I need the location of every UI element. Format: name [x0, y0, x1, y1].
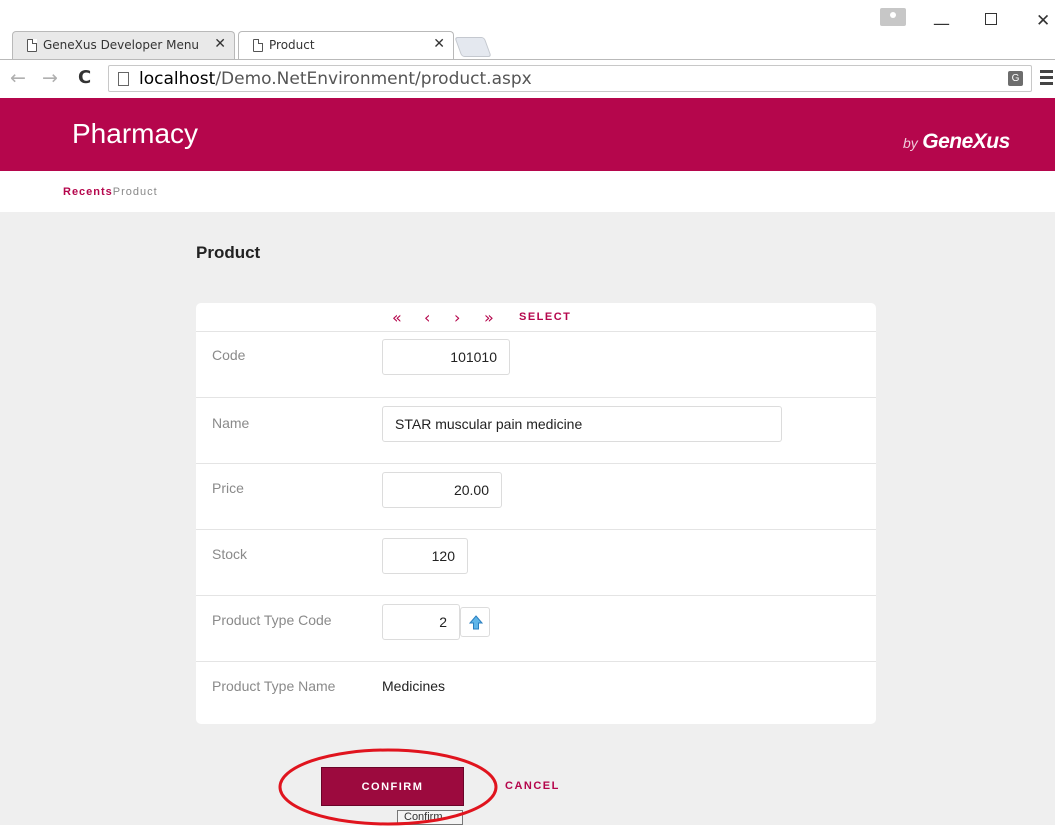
tab-product[interactable]: Product ✕: [238, 31, 454, 59]
stock-label: Stock: [212, 546, 248, 562]
brand-name: GeneXus: [922, 130, 1010, 153]
minimize-icon[interactable]: —: [933, 14, 950, 34]
close-icon[interactable]: ✕: [214, 36, 226, 52]
name-input[interactable]: STAR muscular pain medicine: [382, 406, 782, 442]
form-row-stock: Stock 120: [196, 530, 876, 596]
close-icon[interactable]: ✕: [433, 36, 445, 52]
form-row-name: Name STAR muscular pain medicine: [196, 398, 876, 464]
price-input[interactable]: 20.00: [382, 472, 502, 508]
brand-by: by: [903, 135, 918, 151]
app-title: Pharmacy: [72, 118, 199, 149]
record-pager: « ‹ › » SELECT: [196, 303, 876, 332]
menu-icon[interactable]: [1040, 70, 1053, 85]
confirm-button[interactable]: CONFIRM: [321, 767, 464, 806]
product-type-code-label: Product Type Code: [212, 612, 332, 628]
product-type-code-input[interactable]: 2: [382, 604, 460, 640]
browser-chrome: GeneXus Developer Menu ✕ Product ✕ — ✕ ←…: [0, 0, 1055, 98]
address-bar[interactable]: localhost/Demo.NetEnvironment/product.as…: [108, 65, 1032, 92]
product-type-name-label: Product Type Name: [212, 678, 336, 694]
prompt-button[interactable]: [460, 607, 490, 637]
product-form-card: « ‹ › » SELECT Code 101010 Name STAR mus…: [196, 303, 876, 724]
translate-icon[interactable]: G: [1008, 71, 1023, 86]
tab-developer-menu[interactable]: GeneXus Developer Menu ✕: [12, 31, 235, 59]
new-tab-button[interactable]: [454, 37, 492, 57]
page-icon: [118, 72, 129, 86]
product-type-name-value: Medicines: [382, 678, 446, 694]
form-row-product-type-code: Product Type Code 2: [196, 596, 876, 662]
breadcrumb-recents-link[interactable]: Recents: [63, 186, 113, 198]
user-profile-icon[interactable]: [880, 8, 906, 26]
form-row-code: Code 101010: [196, 332, 876, 398]
breadcrumb-current: Product: [112, 186, 158, 198]
tab-label: Product: [269, 38, 315, 52]
price-label: Price: [212, 480, 244, 496]
page-title: Product: [196, 243, 261, 262]
forward-arrow-icon[interactable]: →: [42, 67, 58, 89]
window-close-icon[interactable]: ✕: [1036, 11, 1050, 31]
first-record-icon[interactable]: «: [392, 308, 402, 327]
previous-record-icon[interactable]: ‹: [424, 308, 430, 327]
reload-icon[interactable]: C: [78, 67, 91, 88]
name-label: Name: [212, 415, 250, 431]
page-icon: [27, 39, 37, 52]
back-arrow-icon[interactable]: ←: [10, 67, 26, 89]
url-text: localhost/Demo.NetEnvironment/product.as…: [139, 69, 532, 89]
maximize-icon[interactable]: [985, 13, 997, 25]
url-path: /Demo.NetEnvironment/product.aspx: [215, 69, 532, 89]
tab-label: GeneXus Developer Menu: [43, 38, 200, 52]
up-arrow-icon: [469, 615, 483, 630]
brand-logo: by GeneXus: [903, 130, 1010, 154]
code-input[interactable]: 101010: [382, 339, 510, 375]
select-link[interactable]: SELECT: [519, 311, 571, 323]
browser-toolbar: ← → C localhost/Demo.NetEnvironment/prod…: [0, 59, 1055, 98]
breadcrumb: RecentsProduct: [63, 186, 158, 198]
tab-strip: GeneXus Developer Menu ✕ Product ✕ — ✕: [0, 0, 1055, 60]
code-label: Code: [212, 347, 246, 363]
url-host: localhost: [139, 69, 216, 89]
form-row-product-type-name: Product Type Name Medicines: [196, 662, 876, 724]
last-record-icon[interactable]: »: [484, 308, 494, 327]
page-icon: [253, 39, 263, 52]
next-record-icon[interactable]: ›: [454, 308, 460, 327]
cancel-link[interactable]: CANCEL: [505, 780, 560, 792]
stock-input[interactable]: 120: [382, 538, 468, 574]
confirm-tooltip: Confirm: [397, 810, 463, 825]
form-row-price: Price 20.00: [196, 464, 876, 530]
